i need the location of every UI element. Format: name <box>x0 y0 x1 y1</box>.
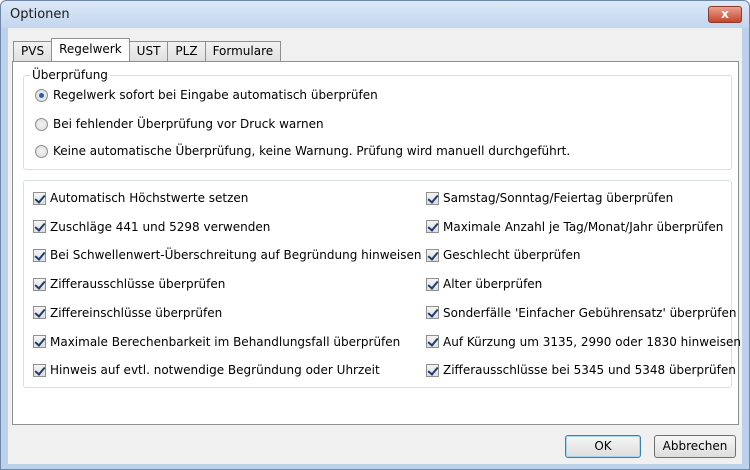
checkbox-label: Automatisch Höchstwerte setzen <box>50 191 249 205</box>
checkbox-row[interactable]: Sonderfälle 'Einfacher Gebührensatz' übe… <box>426 306 736 320</box>
ok-button[interactable]: OK <box>565 435 641 458</box>
checkbox[interactable] <box>426 277 439 291</box>
checkbox[interactable] <box>33 335 46 348</box>
tab-strip: PVS Regelwerk UST PLZ Formulare <box>13 38 282 61</box>
checkbox-row[interactable]: Alter überprüfen <box>426 277 542 291</box>
close-button[interactable]: x <box>708 6 742 23</box>
checkbox-row[interactable]: Maximale Berechenbarkeit im Behandlungsf… <box>33 335 400 349</box>
checkbox[interactable] <box>426 363 439 377</box>
checkbox-row[interactable]: Zifferausschlüsse bei 5345 und 5348 über… <box>426 363 736 377</box>
checkbox-label: Zifferausschlüsse bei 5345 und 5348 über… <box>443 363 736 378</box>
checkbox-label: Samstag/Sonntag/Feiertag überprüfen <box>443 191 674 205</box>
checkbox[interactable] <box>426 220 439 234</box>
radio-option-3[interactable]: Keine automatische Überprüfung, keine Wa… <box>35 144 570 158</box>
tab-pvs-label: PVS <box>21 44 45 58</box>
checkbox-label: Zuschläge 441 und 5298 verwenden <box>50 219 271 234</box>
checkbox-row[interactable]: Maximale Anzahl je Tag/Monat/Jahr überpr… <box>426 220 723 234</box>
radio-option-2[interactable]: Bei fehlender Überprüfung vor Druck warn… <box>35 117 324 131</box>
checkbox-row[interactable]: Ziffereinschlüsse überprüfen <box>33 306 222 320</box>
tab-formulare[interactable]: Formulare <box>204 41 282 61</box>
checkbox[interactable] <box>33 306 46 320</box>
radio-option-label: Keine automatische Überprüfung, keine Wa… <box>53 144 571 158</box>
window-title: Optionen <box>10 7 70 22</box>
checkbox[interactable] <box>426 306 439 320</box>
checkbox-row[interactable]: Auf Kürzung um 3135, 2990 oder 1830 hinw… <box>426 335 741 349</box>
checkbox[interactable] <box>33 191 46 205</box>
radio-button[interactable] <box>35 117 48 131</box>
checkbox-row[interactable]: Samstag/Sonntag/Feiertag überprüfen <box>426 191 673 205</box>
rule-checkboxes-group: Automatisch Höchstwerte setzen Zuschläge … <box>23 180 741 388</box>
tab-plz-label: PLZ <box>175 44 198 58</box>
tab-ust[interactable]: UST <box>128 41 169 61</box>
tab-panel-regelwerk: Überprüfung Regelwerk sofort bei Eingabe… <box>12 61 741 425</box>
radio-option-label: Bei fehlender Überprüfung vor Druck warn… <box>53 117 324 131</box>
title-bar[interactable]: Optionen x <box>1 1 749 28</box>
checkbox[interactable] <box>426 248 439 262</box>
checkbox-label: Zifferausschlüsse überprüfen <box>50 277 226 292</box>
checkbox-row[interactable]: Geschlecht überprüfen <box>426 248 580 262</box>
tab-ust-label: UST <box>136 44 161 58</box>
tab-pvs[interactable]: PVS <box>13 41 53 61</box>
checkbox-label: Sonderfälle 'Einfacher Gebührensatz' übe… <box>443 305 737 320</box>
radio-option-1[interactable]: Regelwerk sofort bei Eingabe automatisch… <box>35 88 378 102</box>
checkbox[interactable] <box>426 191 439 205</box>
tab-formulare-label: Formulare <box>212 44 274 58</box>
checkbox[interactable] <box>33 277 46 291</box>
checkbox-row[interactable]: Automatisch Höchstwerte setzen <box>33 191 248 205</box>
checkbox-label: Bei Schwellenwert-Überschreitung auf Beg… <box>50 248 422 263</box>
cancel-button[interactable]: Abbrechen <box>654 435 736 458</box>
radio-button[interactable] <box>35 88 48 102</box>
checkbox[interactable] <box>426 335 439 348</box>
checkbox-row[interactable]: Zifferausschlüsse überprüfen <box>33 277 225 291</box>
checkbox-label: Alter überprüfen <box>443 277 543 292</box>
checkbox-label: Auf Kürzung um 3135, 2990 oder 1830 hinw… <box>443 334 741 349</box>
checkbox-label: Maximale Berechenbarkeit im Behandlungsf… <box>50 334 401 349</box>
ueberpruefung-group: Überprüfung Regelwerk sofort bei Eingabe… <box>23 68 732 170</box>
tab-regelwerk-label: Regelwerk <box>59 42 122 56</box>
ok-button-label: OK <box>594 439 612 453</box>
checkbox-row[interactable]: Bei Schwellenwert-Überschreitung auf Beg… <box>33 248 421 262</box>
checkbox-row[interactable]: Hinweis auf evtl. notwendige Begründung … <box>33 363 380 377</box>
checkbox-label: Hinweis auf evtl. notwendige Begründung … <box>50 363 380 378</box>
tab-plz[interactable]: PLZ <box>167 41 206 61</box>
checkbox-row[interactable]: Zuschläge 441 und 5298 verwenden <box>33 220 270 234</box>
cancel-button-label: Abbrechen <box>662 439 728 453</box>
close-icon: x <box>721 7 729 21</box>
checkbox[interactable] <box>33 248 46 262</box>
ueberpruefung-group-title: Überprüfung <box>30 68 110 82</box>
tab-regelwerk[interactable]: Regelwerk <box>51 38 130 61</box>
checkbox-label: Ziffereinschlüsse überprüfen <box>50 305 223 320</box>
radio-option-label: Regelwerk sofort bei Eingabe automatisch… <box>53 88 378 102</box>
checkbox-label: Maximale Anzahl je Tag/Monat/Jahr überpr… <box>443 219 724 234</box>
radio-button[interactable] <box>35 144 48 158</box>
options-dialog: Optionen x PVS Regelwerk UST PLZ Formula… <box>0 0 750 470</box>
checkbox-label: Geschlecht überprüfen <box>443 248 581 263</box>
checkbox[interactable] <box>33 363 46 377</box>
checkbox[interactable] <box>33 220 46 234</box>
dialog-client-area: PVS Regelwerk UST PLZ Formulare Überprüf… <box>8 28 742 464</box>
